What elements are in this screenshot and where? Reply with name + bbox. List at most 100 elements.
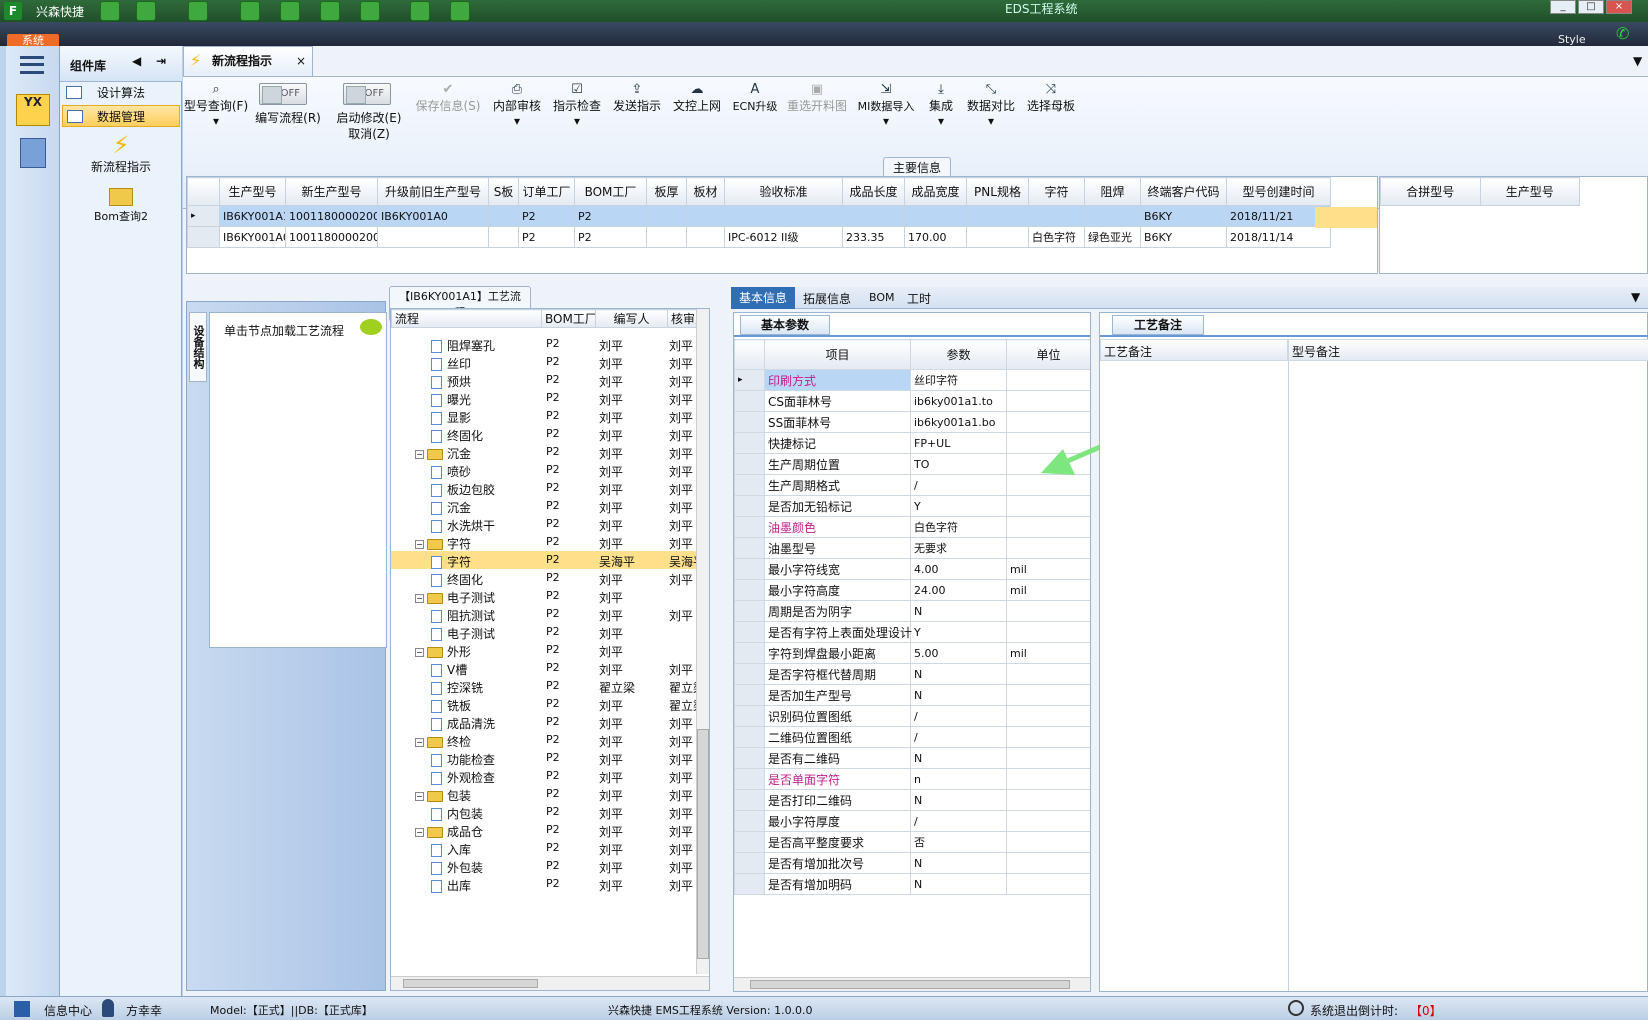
table-row[interactable]: 是否有增加批次号 N xyxy=(734,852,1090,874)
param-value[interactable]: N xyxy=(910,747,1007,769)
send-instruction-button[interactable]: ⇪ 发送指示 xyxy=(611,83,663,114)
params-subtab[interactable]: 基本参数 xyxy=(740,315,830,335)
tab-bom[interactable]: BOM xyxy=(869,291,895,304)
user-icon[interactable] xyxy=(410,1,430,21)
search-icon[interactable] xyxy=(100,1,120,21)
param-value[interactable]: N xyxy=(910,684,1007,706)
table-row[interactable]: 识别码位置图纸 / xyxy=(734,705,1090,727)
pin-icon[interactable]: ⇥ xyxy=(156,54,166,68)
minimize-button[interactable]: _ xyxy=(1550,0,1576,14)
collapse-icon[interactable]: − xyxy=(415,594,424,603)
doc-tab[interactable]: ⚡ 新流程指示 × xyxy=(183,46,313,76)
internal-review-button[interactable]: ⎙ 内部审核 ▾ xyxy=(491,83,543,129)
collapse-icon[interactable]: − xyxy=(415,828,424,837)
param-value[interactable]: / xyxy=(910,474,1007,496)
close-tab-icon[interactable]: × xyxy=(296,47,306,75)
collapse-icon[interactable]: − xyxy=(415,450,424,459)
maximize-button[interactable]: □ xyxy=(1578,0,1604,14)
sidebar-item-design[interactable]: 设计算法 xyxy=(62,82,180,104)
param-value[interactable]: ib6ky001a1.to xyxy=(910,390,1007,412)
table-row[interactable]: 是否有二维码 N xyxy=(734,747,1090,769)
table-row[interactable]: 是否字符框代替周期 N xyxy=(734,663,1090,685)
param-value[interactable]: 5.00 xyxy=(910,642,1007,664)
table-row[interactable]: 二维码位置图纸 / xyxy=(734,726,1090,748)
param-value[interactable]: 无要求 xyxy=(910,537,1007,559)
param-value[interactable]: ib6ky001a1.bo xyxy=(910,411,1007,433)
hamburger-icon[interactable] xyxy=(20,56,44,74)
param-value[interactable]: N xyxy=(910,789,1007,811)
tree-row[interactable]: 曝光 P2 刘平 刘平 xyxy=(391,389,709,407)
tree-row[interactable]: 成品清洗 P2 刘平 刘平 xyxy=(391,713,709,731)
tree-row[interactable]: 控深铣 P2 翟立梁 翟立梁 xyxy=(391,677,709,695)
tree-row[interactable]: 沉金 P2 刘平 刘平 xyxy=(391,497,709,515)
reselect-drawing-button[interactable]: ▣ 重选开料图 xyxy=(785,83,849,114)
tab-menu-icon[interactable]: ▼ xyxy=(1633,54,1642,68)
params-hscrollbar[interactable] xyxy=(734,977,1090,991)
tree-vscrollbar[interactable] xyxy=(696,309,709,974)
tree-row[interactable]: 终固化 P2 刘平 刘平 xyxy=(391,425,709,443)
notes-tab[interactable]: 工艺备注 xyxy=(1112,315,1204,335)
collapse-icon[interactable]: − xyxy=(415,540,424,549)
table-row[interactable]: 最小字符厚度 / xyxy=(734,810,1090,832)
param-value[interactable]: TO xyxy=(910,453,1007,475)
copy-icon[interactable] xyxy=(320,1,340,21)
bom-query-action[interactable]: Bom查询2 xyxy=(60,186,182,232)
sidebar-item-data[interactable]: 数据管理 xyxy=(62,105,180,127)
phone-icon[interactable]: ✆ xyxy=(1616,24,1629,43)
doc-online-button[interactable]: ☁ 文控上网 xyxy=(671,83,723,114)
param-value[interactable]: 否 xyxy=(910,831,1007,853)
collapse-icon[interactable]: − xyxy=(415,792,424,801)
collapse-icon[interactable]: − xyxy=(415,738,424,747)
cancel-button[interactable]: 取消(Z) xyxy=(333,127,405,142)
param-value[interactable]: N xyxy=(910,873,1007,895)
param-value[interactable]: 4.00 xyxy=(910,558,1007,580)
table-row[interactable]: 字符到焊盘最小距离 5.00 mil xyxy=(734,642,1090,664)
refresh-icon[interactable] xyxy=(136,1,156,21)
param-value[interactable]: N xyxy=(910,600,1007,622)
save-icon[interactable] xyxy=(280,1,300,21)
table-row[interactable]: 是否打印二维码 N xyxy=(734,789,1090,811)
instruction-check-button[interactable]: ☑ 指示检查 ▾ xyxy=(551,83,603,129)
tab-work-hours[interactable]: 工时 xyxy=(907,290,931,307)
tree-row[interactable]: 出库 P2 刘平 刘平 xyxy=(391,875,709,893)
param-value[interactable]: 丝印字符 xyxy=(910,369,1007,391)
param-value[interactable]: N xyxy=(910,663,1007,685)
tab-basic-info[interactable]: 基本信息 xyxy=(731,287,795,309)
calculator-icon[interactable] xyxy=(20,138,46,168)
table-row[interactable]: 油墨颜色 白色字符 xyxy=(734,516,1090,538)
param-value[interactable]: / xyxy=(910,705,1007,727)
param-value[interactable]: FP+UL xyxy=(910,432,1007,454)
tree-row[interactable]: 显影 P2 刘平 刘平 xyxy=(391,407,709,425)
tree-row[interactable]: − 沉金 P2 刘平 刘平 xyxy=(391,443,709,461)
mi-import-button[interactable]: ⇲ MI数据导入 ▾ xyxy=(855,83,917,129)
tree-row[interactable]: − 终检 P2 刘平 刘平 xyxy=(391,731,709,749)
table-row[interactable]: 是否高平整度要求否 xyxy=(734,831,1090,853)
table-row[interactable]: 最小字符高度 24.00 mil xyxy=(734,579,1090,601)
tree-row[interactable]: 板边包胶 P2 刘平 刘平 xyxy=(391,479,709,497)
tree-row[interactable]: V槽 P2 刘平 刘平 xyxy=(391,659,709,677)
windows-icon[interactable] xyxy=(14,1001,30,1017)
param-value[interactable]: 白色字符 xyxy=(910,516,1007,538)
scissors-icon[interactable] xyxy=(240,1,260,21)
model-query-button[interactable]: ⌕ 型号查询(F) ▾ xyxy=(183,83,249,129)
tab-extended-info[interactable]: 拓展信息 xyxy=(803,290,851,307)
param-value[interactable]: n xyxy=(910,768,1007,790)
chart-icon[interactable] xyxy=(450,1,470,21)
tree-row[interactable]: 终固化 P2 刘平 刘平 xyxy=(391,569,709,587)
integrate-button[interactable]: ⤓ 集成 ▾ xyxy=(923,83,959,129)
info-center-label[interactable]: 信息中心 xyxy=(44,1002,92,1019)
tree-row[interactable]: 水洗烘干 P2 刘平 刘平 xyxy=(391,515,709,533)
collapse-icon[interactable]: − xyxy=(415,648,424,657)
collapse-arrow-icon[interactable]: ◀ xyxy=(132,54,141,68)
tree-row[interactable]: 内包装 P2 刘平 刘平 xyxy=(391,803,709,821)
tree-row[interactable]: 入库 P2 刘平 刘平 xyxy=(391,839,709,857)
tree-row[interactable]: 功能检查 P2 刘平 刘平 xyxy=(391,749,709,767)
tree-row[interactable]: 铣板 P2 刘平 翟立梁 xyxy=(391,695,709,713)
tree-row[interactable]: 电子测试 P2 刘平 xyxy=(391,623,709,641)
tree-row[interactable]: 丝印 P2 刘平 刘平 xyxy=(391,353,709,371)
save-info-button[interactable]: ✔ 保存信息(S) xyxy=(413,83,483,114)
table-row[interactable]: 油墨型号 无要求 xyxy=(734,537,1090,559)
start-edit-toggle[interactable]: OFF xyxy=(343,83,391,105)
table-row[interactable]: ▸ IB6KY001A1 10011800002002 IB6KY001A0 P2 P2 B… xyxy=(187,205,1331,227)
table-row[interactable]: 是否加无铅标记 Y xyxy=(734,495,1090,517)
